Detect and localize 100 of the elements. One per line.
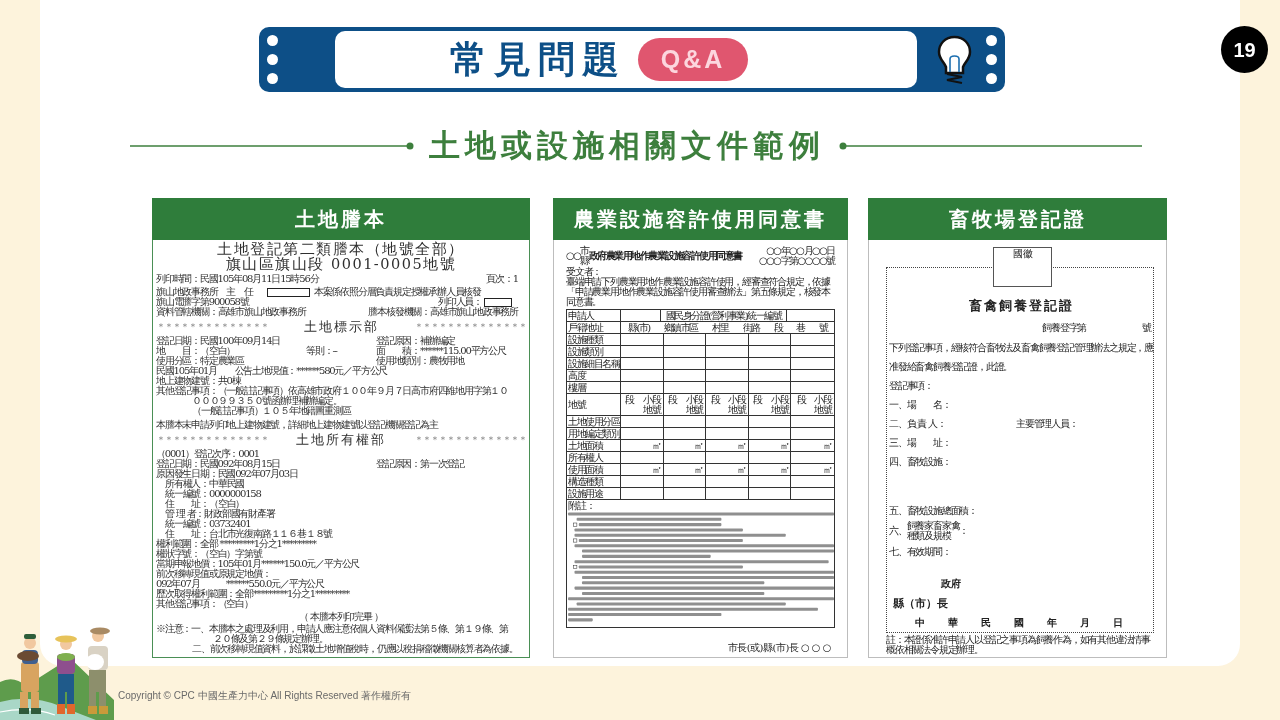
certificate-number: 號: [1142, 323, 1151, 333]
date-text: 年: [1047, 617, 1057, 629]
table-cell: ㎡: [823, 464, 832, 475]
date-text: 國: [1014, 617, 1024, 629]
table-cell: ㎡: [779, 440, 789, 451]
document-line: 權狀字號：（空白）字第號: [156, 548, 262, 559]
table-cell: 段 小段: [796, 394, 832, 405]
field-label: 七、有效期間：: [889, 545, 951, 557]
table-cell: 所有權人: [568, 452, 602, 463]
document-line: 當期申報地價：105年01月******150.0元／平方公尺: [156, 558, 360, 569]
asterisk-row: ＊＊＊＊＊＊＊＊＊＊＊＊＊＊: [156, 434, 268, 445]
document-line: 登記原因：補辦編定: [376, 335, 456, 346]
table-cell: 鄉鎮市區: [663, 322, 698, 333]
document-line: 登記日期：民國100年09月14日: [156, 335, 281, 346]
table-cell: ㎡: [779, 464, 789, 475]
table-cell: 地號: [770, 404, 789, 415]
table-cell: ㎡: [694, 440, 704, 451]
document-line: （0001）登記次序：0001: [156, 448, 259, 459]
field-label: 二、負 責 人：: [889, 417, 946, 429]
asterisk-row: ＊＊＊＊＊＊＊＊＊＊＊＊＊＊: [414, 321, 526, 332]
document-line: 使用地類別：農牧用地: [376, 355, 464, 366]
document-line: 092年07月 ******550.0元／平方公尺: [156, 578, 325, 589]
document-line: 其他登記事項：（空白）: [156, 598, 253, 609]
table-cell: 段 小段: [625, 394, 661, 405]
table-cell: 高度: [568, 370, 585, 381]
table-cell: ㎡: [651, 464, 661, 475]
issuer-text: 政府: [941, 579, 961, 589]
document-line: 登記日期：民國092年08月15日: [156, 458, 281, 469]
document-line: 等則：--: [306, 345, 337, 356]
date-text: 華: [948, 617, 958, 629]
document-line: 所有權人：中華民國: [165, 478, 245, 489]
table-cell: 段: [773, 322, 783, 333]
panel-title: 畜牧場登記證: [868, 198, 1167, 240]
table-cell: 地號: [685, 404, 704, 415]
document-title: 旗山區旗山段 0001-0005地號: [224, 257, 458, 272]
table-cell: ㎡: [737, 464, 746, 475]
table-cell: 地號: [728, 404, 746, 415]
date-text: 民: [981, 617, 991, 629]
document-line: 面 積：******115.00平方公尺: [376, 345, 506, 356]
panel-title: 土地謄本: [152, 198, 530, 240]
document-line: 前次移轉現值或原規定地價：: [156, 568, 271, 579]
recipient-label: 受文者：: [566, 267, 603, 277]
document-line: 列印時間：民國105年08月11日15時56分: [156, 274, 319, 284]
document-line: 本謄本未申請列印地上建物建號，詳細地上建物建號以登記機關登記為主: [156, 419, 438, 430]
certificate-number: 飼養登字第: [1042, 323, 1087, 333]
footnote-text: 註：本證係准許申請人以登記之事項為飼養作為，如有其他違法情事概依相關法令規定辦理。: [886, 635, 1152, 655]
table-cell: 土地面積: [568, 440, 602, 451]
document-line: 其他登記事項：（一般註記事項）依高雄市政府１００年９月７日高市府四維地用字第１０: [156, 385, 508, 396]
redaction-box: [484, 297, 512, 307]
document-line: 住 址：台北市光復南路１１６巷１８號: [165, 528, 333, 539]
document-line: ※注意：一、本謄本之處理及利用，申請人應注意依個人資料保護法第５條、第１９條、第: [156, 623, 508, 634]
table-cell: ㎡: [694, 464, 704, 475]
document-line: 列印人員：: [438, 297, 482, 307]
document-line: （ 本謄本列印完畢 ）: [299, 611, 383, 622]
intro-paragraph: 臺端申請下列農業用地作農業設施容許使用，經審查符合規定，依據「申請農業用地作農業設施容許使用審查辦法」第五條規定，核發本同意書。: [566, 277, 832, 307]
document-line: ０００９９３５０號函辦理補辦編定。: [192, 395, 342, 406]
table-cell: 巷: [796, 322, 805, 333]
certificate-paragraph: 下列登記事項，經核符合畜牧法及畜禽飼養登記管理辦法之規定，應准發給畜禽飼養登記證，此證。: [889, 341, 1153, 374]
table-cell: ㎡: [823, 440, 832, 451]
asterisk-row: ＊＊＊＊＊＊＊＊＊＊＊＊＊＊: [156, 321, 268, 332]
document-line: 二、前次移轉現值資料，於課徵土地增值稅時，仍應以稅捐稽徵機關核算者為依據。: [192, 643, 518, 654]
table-cell: 用地編定類別: [568, 428, 619, 439]
document-line: 旗山電謄字第900058號: [156, 297, 249, 307]
panel-title: 農業設施容許使用同意書: [553, 198, 848, 240]
certificate-title: 畜禽飼養登記證: [967, 299, 1075, 312]
asterisk-row: ＊＊＊＊＊＊＊＊＊＊＊＊＊＊: [414, 434, 526, 445]
document-line: 頁次：1: [486, 274, 518, 284]
table-cell: 地號: [814, 404, 832, 415]
document-line: 本案係依照分層負責規定授權承辦人員核發: [313, 287, 481, 297]
document-line: 謄本核發機關：高雄市旗山地政事務所: [368, 307, 518, 317]
redaction-box: [266, 287, 310, 297]
table-cell: 地號: [643, 404, 661, 415]
qa-badge: Q&A: [638, 38, 748, 81]
document-line: 管 理 者：財政部國有財產署: [165, 508, 275, 519]
section-title: 土地或設施相關文件範例: [429, 127, 825, 165]
table-cell: 設施細目名稱: [568, 358, 619, 369]
document-line: 住 址：（空白）: [165, 498, 245, 509]
section-heading: 土地標示部: [303, 320, 379, 333]
document-line: 地 目：（空白）: [156, 345, 236, 356]
table-cell: 段 小段: [710, 394, 746, 405]
table-cell: 村里: [711, 322, 729, 333]
copyright-text: Copyright © CPC 中國生產力中心 All Rights Reserved 著作權所有: [118, 690, 411, 701]
table-cell: 段 小段: [668, 394, 704, 405]
table-cell: 申請人: [568, 310, 594, 321]
date-text: 日: [1113, 617, 1123, 629]
field-label: 登記事項：: [889, 379, 933, 391]
form-date-text: ○○年○○月○○日: [766, 246, 835, 256]
light-bulb-icon: [937, 34, 972, 85]
section-heading: 土地所有權部: [296, 433, 386, 446]
table-cell: 國民身分證(營利事業)統一編號: [665, 310, 782, 321]
table-cell: ㎡: [737, 440, 746, 451]
document-line: 使用分區：特定農業區: [156, 355, 244, 366]
table-cell: 構造種類: [568, 476, 602, 487]
table-cell: 地號: [568, 399, 585, 410]
document-line: 地上建物建號：共0棟: [156, 375, 241, 386]
field-label: 五、畜牧設施總面積：: [889, 504, 977, 516]
signature-line: 市長(或)縣(市)長 ○ ○ ○: [727, 642, 831, 654]
table-cell: 土地使用分區: [568, 416, 619, 427]
document-line: ２０條及第２９條規定辦理。: [213, 633, 328, 644]
document-line: 民國105年01月 公告土地現值：******580元／平方公尺: [156, 365, 388, 376]
